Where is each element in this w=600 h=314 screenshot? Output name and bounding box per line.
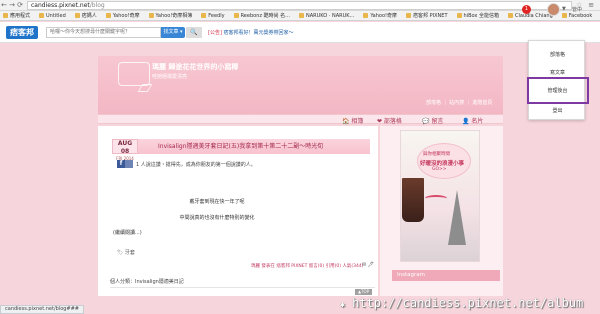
post-tag[interactable]: 🏷 牙套 xyxy=(117,249,135,256)
ad-text: 與你相聚時間 xyxy=(423,152,450,157)
tab-profile[interactable]: 👤 名片 xyxy=(462,116,483,125)
bookmark-item[interactable]: Feedly xyxy=(201,13,225,19)
bookmark-icon xyxy=(201,13,207,18)
blog-subtitle: 哇她極端愛漂亮 xyxy=(152,74,188,80)
bookmark-item[interactable]: 痞客邦 PIXNET xyxy=(406,12,448,19)
address-bar[interactable]: candiess.pixnet.net/blog xyxy=(27,0,572,10)
search-icon[interactable]: 🔍 xyxy=(186,26,202,38)
post-date: AUG 08 FRI 2014 xyxy=(112,139,138,161)
announcement-tag: [公告] xyxy=(208,29,222,36)
url-path: /blog xyxy=(89,1,105,9)
chevron-down-icon[interactable]: ▼ xyxy=(562,6,566,12)
tab-album[interactable]: 🏠 相簿 xyxy=(342,116,363,125)
status-bar: candiess.pixnet.net/blog### xyxy=(0,305,84,314)
bookmark-item[interactable]: Claudia Chiang xyxy=(507,13,553,19)
wing-decoration xyxy=(425,195,447,202)
post-category[interactable]: 個人分類：Invisalign隱適美日記 xyxy=(110,278,184,285)
user-label[interactable]: 管中 xyxy=(572,6,582,13)
share-edit-icons[interactable]: ✉ 🖊 xyxy=(362,262,374,268)
bookmark-icon xyxy=(456,13,462,18)
bookmark-icon xyxy=(298,13,304,18)
coffee-cup-image xyxy=(402,178,424,222)
pixnet-header: 痞客邦 找文章 ▾ 🔍 [公告] 痞客邦看好！萬元獎券帶回家～ xyxy=(0,22,600,43)
watermark-star-icon: ✱ xyxy=(340,300,345,309)
watermark: ✱ http://candiess.pixnet.net/album xyxy=(340,292,600,314)
speech-bubble-icon xyxy=(118,62,150,86)
avatar[interactable] xyxy=(547,3,560,16)
facebook-icon[interactable]: f xyxy=(117,160,125,168)
announcement-link[interactable]: [公告] 痞客邦看好！萬元獎券帶回家～ xyxy=(208,29,294,36)
ad-cta[interactable]: GO>> xyxy=(432,167,447,172)
eiffel-tower-image xyxy=(448,190,466,245)
notification-badge[interactable]: 1 xyxy=(522,5,531,14)
tab-blog[interactable]: ❤ 部落格 xyxy=(377,116,402,125)
tab-guestbook[interactable]: 💬 留言 xyxy=(422,116,443,125)
like-count-text: 1 人說這讚・搶得先，成為你朋友的第一個說讚的人。 xyxy=(136,162,256,168)
pixnet-logo[interactable]: 痞客邦 xyxy=(6,25,38,39)
forward-icon[interactable]: → xyxy=(8,1,16,10)
bookmark-item[interactable]: Yahoo!奇摩 xyxy=(105,12,140,19)
bookmark-icon xyxy=(3,13,8,18)
bookmark-icon xyxy=(363,13,369,18)
bookmark-item[interactable]: 痞媽人 xyxy=(74,12,97,19)
post-title[interactable]: Invisalign隱適美牙套日記(五)我拿到第十第二十二副～時光旬 xyxy=(138,139,370,154)
post-body-line: 戴牙套到現在快一年了呢 xyxy=(189,199,245,205)
post-body-line: 中間說真的也沒有什麼特別的變化 xyxy=(179,215,255,221)
read-more-link[interactable]: (繼續閱讀...) xyxy=(113,229,142,236)
divider xyxy=(110,287,375,288)
bookmark-item[interactable]: Yahoo!奇摩 xyxy=(363,12,397,19)
menu-icon[interactable]: ≡ xyxy=(588,1,594,9)
menu-item-write[interactable]: 寫文章 xyxy=(529,69,586,76)
bookmark-icon xyxy=(406,13,412,18)
bookmark-item[interactable]: 應用程式 xyxy=(3,12,30,19)
post-date-day: AUG 08 xyxy=(117,140,133,155)
bookmark-icon xyxy=(74,13,80,18)
watermark-text: http://candiess.pixnet.net/album xyxy=(352,296,584,310)
bookmark-icon xyxy=(561,13,567,18)
bookmark-icon xyxy=(233,13,239,18)
reload-icon[interactable]: ⟳ xyxy=(16,1,24,10)
bookmark-icon xyxy=(39,13,45,18)
search-input[interactable] xyxy=(46,26,161,38)
bookmarks-bar: 應用程式 Untitled 痞媽人 Yahoo!奇摩 Yahoo!奇摩相簿 Fe… xyxy=(0,11,600,21)
browser-toolbar: ← → ⟳ candiess.pixnet.net/blog ☆ ≡ xyxy=(0,0,600,11)
announcement-text: 痞客邦看好！萬元獎券帶回家～ xyxy=(223,29,294,36)
bookmark-item[interactable]: Yahoo!奇摩相簿 xyxy=(148,12,192,19)
blog-title[interactable]: 瑪麗 歸途花花世界的小窩椰 xyxy=(152,62,238,72)
bookmark-icon xyxy=(507,13,513,18)
search-scope-select[interactable]: 找文章 ▾ xyxy=(161,26,185,38)
bookmark-item[interactable]: NARUKO · NARUK... xyxy=(298,13,354,19)
back-icon[interactable]: ← xyxy=(0,1,8,10)
instagram-label: Instagram xyxy=(397,272,425,278)
bookmark-item[interactable]: hiBox 全能信箱 xyxy=(456,12,499,19)
menu-item-logout[interactable]: 登出 xyxy=(529,107,586,114)
url-host: candiess.pixnet.net xyxy=(31,1,90,9)
post-meta[interactable]: 瑪麗 發表在 痞客邦 PIXNET 留言(0) 引用(0) 人氣(344) xyxy=(251,263,364,269)
bookmark-item[interactable]: Facebook xyxy=(561,13,592,19)
bookmark-icon xyxy=(105,13,111,18)
bookmark-item[interactable]: Reebonz 酷時尚 名... xyxy=(233,12,290,19)
bookmark-item[interactable]: Untitled xyxy=(39,13,66,19)
like-button[interactable] xyxy=(125,160,133,168)
bookmark-icon xyxy=(148,13,154,18)
blog-header-links[interactable]: 部落格 ｜ 站內搜 ｜ 進階首頁 xyxy=(426,99,492,106)
menu-item-blog[interactable]: 部落格 xyxy=(529,51,586,58)
highlight-box xyxy=(527,77,589,104)
ad-headline: 好暖沒的浪漫小事 xyxy=(420,161,465,167)
